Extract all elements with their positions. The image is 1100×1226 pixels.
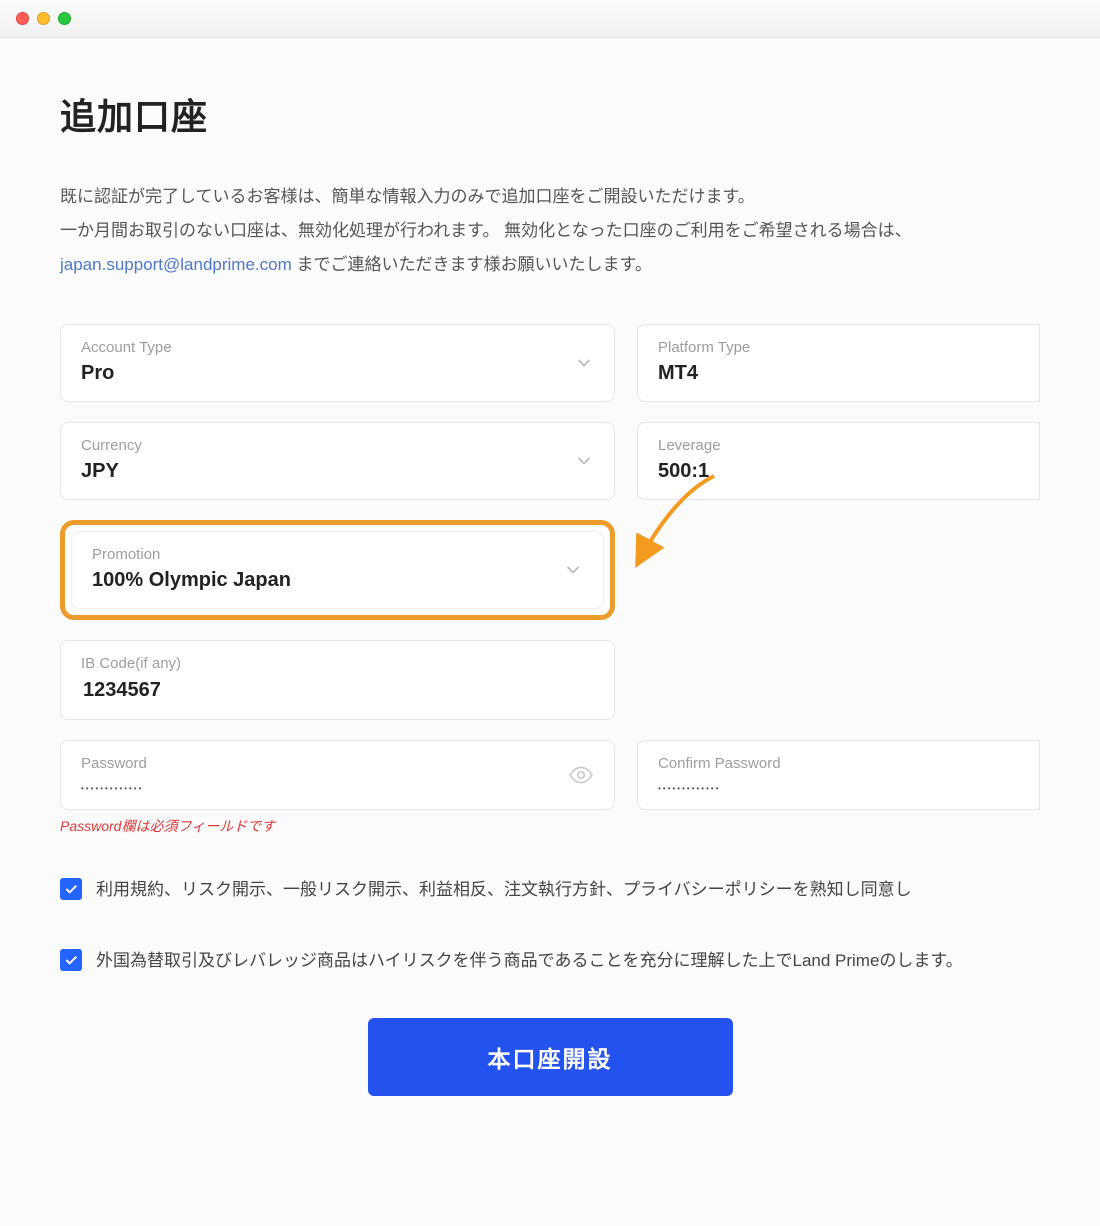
intro-text: 既に認証が完了しているお客様は、簡単な情報入力のみで追加口座をご開設いただけます… bbox=[60, 180, 1040, 282]
account-type-value: Pro bbox=[81, 362, 594, 385]
eye-icon[interactable] bbox=[568, 762, 594, 788]
leverage-label: Leverage bbox=[658, 437, 1019, 454]
promotion-highlight: Promotion 100% Olympic Japan bbox=[60, 520, 615, 620]
currency-value: JPY bbox=[81, 460, 594, 483]
risk-text: 外国為替取引及びレバレッジ商品はハイリスクを伴う商品であることを充分に理解した上… bbox=[96, 947, 963, 976]
chevron-down-icon bbox=[574, 353, 594, 373]
terms-checkbox-row: 利用規約、リスク開示、一般リスク開示、利益相反、注文執行方針、プライバシーポリシ… bbox=[60, 876, 1040, 905]
password-error: Password欄は必須フィールドです bbox=[60, 816, 615, 836]
close-icon[interactable] bbox=[16, 12, 29, 25]
leverage-select[interactable]: Leverage 500:1 bbox=[637, 422, 1040, 500]
intro-line2a: 一か月間お取引のない口座は、無効化処理が行われます。 無効化となった口座のご利用… bbox=[60, 221, 912, 240]
window-titlebar bbox=[0, 0, 1100, 38]
chevron-down-icon bbox=[563, 560, 583, 580]
promotion-value: 100% Olympic Japan bbox=[92, 569, 583, 592]
confirm-password-label: Confirm Password bbox=[658, 755, 1019, 772]
platform-type-value: MT4 bbox=[658, 362, 1019, 385]
promotion-select[interactable]: Promotion 100% Olympic Japan bbox=[71, 531, 604, 609]
password-value: ••••••••••••• bbox=[81, 778, 594, 793]
support-email-link[interactable]: japan.support@landprime.com bbox=[60, 255, 292, 274]
leverage-value: 500:1 bbox=[658, 460, 1019, 483]
promotion-label: Promotion bbox=[92, 546, 583, 563]
page-body: 追加口座 既に認証が完了しているお客様は、簡単な情報入力のみで追加口座をご開設い… bbox=[0, 38, 1100, 1226]
ib-code-input[interactable] bbox=[81, 678, 594, 703]
account-type-label: Account Type bbox=[81, 339, 594, 356]
currency-label: Currency bbox=[81, 437, 594, 454]
password-field[interactable]: Password ••••••••••••• bbox=[60, 740, 615, 810]
terms-text: 利用規約、リスク開示、一般リスク開示、利益相反、注文執行方針、プライバシーポリシ… bbox=[96, 876, 912, 905]
submit-button[interactable]: 本口座開設 bbox=[368, 1018, 733, 1096]
platform-type-select[interactable]: Platform Type MT4 bbox=[637, 324, 1040, 402]
confirm-password-field[interactable]: Confirm Password ••••••••••••• bbox=[637, 740, 1040, 810]
ib-code-label: IB Code(if any) bbox=[81, 655, 594, 672]
password-label: Password bbox=[81, 755, 594, 772]
terms-checkbox[interactable] bbox=[60, 878, 82, 900]
checkboxes: 利用規約、リスク開示、一般リスク開示、利益相反、注文執行方針、プライバシーポリシ… bbox=[60, 876, 1040, 976]
maximize-icon[interactable] bbox=[58, 12, 71, 25]
risk-checkbox[interactable] bbox=[60, 949, 82, 971]
minimize-icon[interactable] bbox=[37, 12, 50, 25]
currency-select[interactable]: Currency JPY bbox=[60, 422, 615, 500]
form-grid: Account Type Pro Platform Type MT4 Curre… bbox=[60, 324, 1040, 836]
intro-line2b: までご連絡いただきます様お願いいたします。 bbox=[297, 255, 652, 274]
intro-line1: 既に認証が完了しているお客様は、簡単な情報入力のみで追加口座をご開設いただけます… bbox=[60, 187, 755, 206]
page-title: 追加口座 bbox=[60, 88, 1040, 140]
confirm-password-value: ••••••••••••• bbox=[658, 778, 1019, 793]
ib-code-field[interactable]: IB Code(if any) bbox=[60, 640, 615, 720]
chevron-down-icon bbox=[574, 451, 594, 471]
risk-checkbox-row: 外国為替取引及びレバレッジ商品はハイリスクを伴う商品であることを充分に理解した上… bbox=[60, 947, 1040, 976]
platform-type-label: Platform Type bbox=[658, 339, 1019, 356]
submit-row: 本口座開設 bbox=[60, 1018, 1040, 1096]
account-type-select[interactable]: Account Type Pro bbox=[60, 324, 615, 402]
